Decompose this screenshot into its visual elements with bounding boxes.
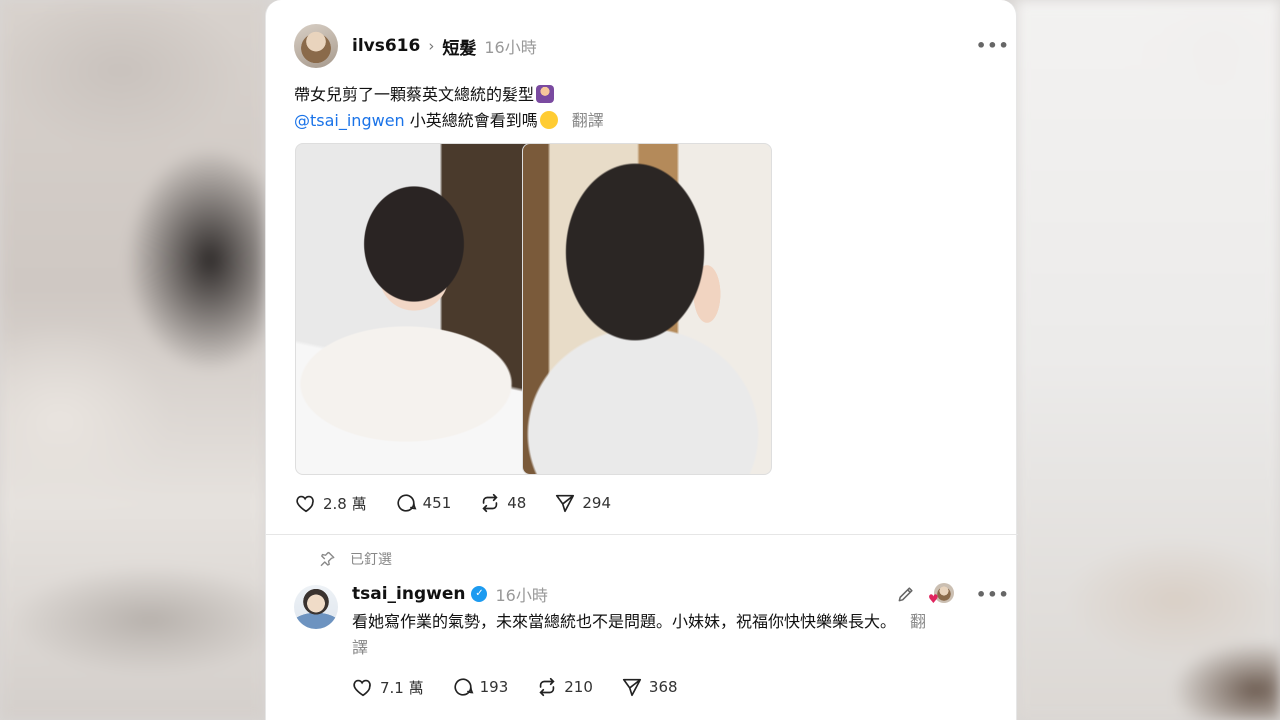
pinned-reply: 已釘選 tsai_ingwen ✓ 16小時 ♥ ••• 看她寫作業的氣勢，未來… (266, 536, 1018, 720)
like-button[interactable]: 2.8 萬 (295, 492, 367, 514)
like-count: 2.8 萬 (323, 494, 367, 513)
repost-icon (539, 677, 555, 697)
repost-count: 48 (507, 494, 527, 512)
share-count: 368 (648, 678, 678, 696)
more-options-icon[interactable]: ••• (976, 585, 1010, 604)
share-button[interactable]: 294 (554, 492, 611, 514)
repost-button[interactable]: 210 (536, 676, 593, 698)
author-liked-heart-icon: ♥ (928, 592, 939, 606)
post-text-line2: @tsai_ingwen 小英總統會看到嗎 翻譯 (294, 111, 604, 130)
pinned-label: 已釘選 (350, 552, 392, 568)
like-count: 7.1 萬 (380, 678, 424, 697)
post-header: ilvs616 › 短髮 16小時 (352, 34, 537, 59)
repost-count: 210 (564, 678, 593, 696)
chevron-right-icon: › (428, 37, 435, 55)
topic-tag[interactable]: 短髮 (442, 34, 476, 59)
mention-link[interactable]: @tsai_ingwen (294, 111, 405, 130)
pencil-icon[interactable] (896, 584, 916, 604)
username[interactable]: tsai_ingwen (352, 584, 465, 604)
verified-badge-icon: ✓ (471, 586, 488, 602)
share-count: 294 (582, 494, 611, 512)
post-text-line1: 帶女兒剪了一顆蔡英文總統的髮型 (294, 82, 555, 108)
comment-count: 193 (479, 678, 509, 696)
username[interactable]: ilvs616 (352, 36, 420, 56)
like-button[interactable]: 7.1 萬 (352, 676, 424, 698)
send-icon (556, 494, 575, 513)
more-options-icon[interactable]: ••• (976, 36, 1010, 55)
pin-icon (320, 551, 335, 567)
pinned-indicator: 已釘選 (318, 549, 392, 569)
reply-text: 看她寫作業的氣勢，未來當總統也不是問題。小妹妹，祝福你快快樂樂長大。 翻譯 (352, 612, 927, 657)
comment-icon (454, 678, 474, 696)
heart-icon (296, 495, 314, 513)
timestamp: 16小時 (484, 38, 537, 57)
repost-icon (482, 493, 498, 513)
post-image-2[interactable] (522, 143, 772, 475)
comment-icon (397, 494, 417, 512)
post-actions: 2.8 萬 451 48 294 (295, 492, 639, 514)
heart-icon (353, 679, 371, 697)
timestamp: 16小時 (495, 586, 548, 605)
reply-actions: 7.1 萬 193 210 368 (352, 676, 706, 698)
avatar[interactable] (294, 585, 338, 629)
comment-button[interactable]: 193 (452, 676, 509, 698)
background-blur-right (1016, 0, 1280, 720)
share-button[interactable]: 368 (621, 676, 678, 698)
background-blur-left (0, 0, 265, 720)
main-post: ilvs616 › 短髮 16小時 ••• 帶女兒剪了一顆蔡英文總統的髮型 @t… (266, 0, 1018, 535)
send-icon (622, 678, 641, 697)
comment-button[interactable]: 451 (395, 492, 452, 514)
post-image-1[interactable] (295, 143, 545, 475)
comment-count: 451 (422, 494, 452, 512)
repost-button[interactable]: 48 (479, 492, 526, 514)
woman-haircut-emoji-icon (536, 85, 555, 103)
translate-link[interactable]: 翻譯 (572, 111, 604, 130)
threads-feed: ilvs616 › 短髮 16小時 ••• 帶女兒剪了一顆蔡英文總統的髮型 @t… (265, 0, 1018, 720)
smile-emoji-icon (539, 111, 558, 129)
avatar[interactable] (294, 24, 338, 68)
reply-header: tsai_ingwen ✓ 16小時 (352, 582, 548, 606)
